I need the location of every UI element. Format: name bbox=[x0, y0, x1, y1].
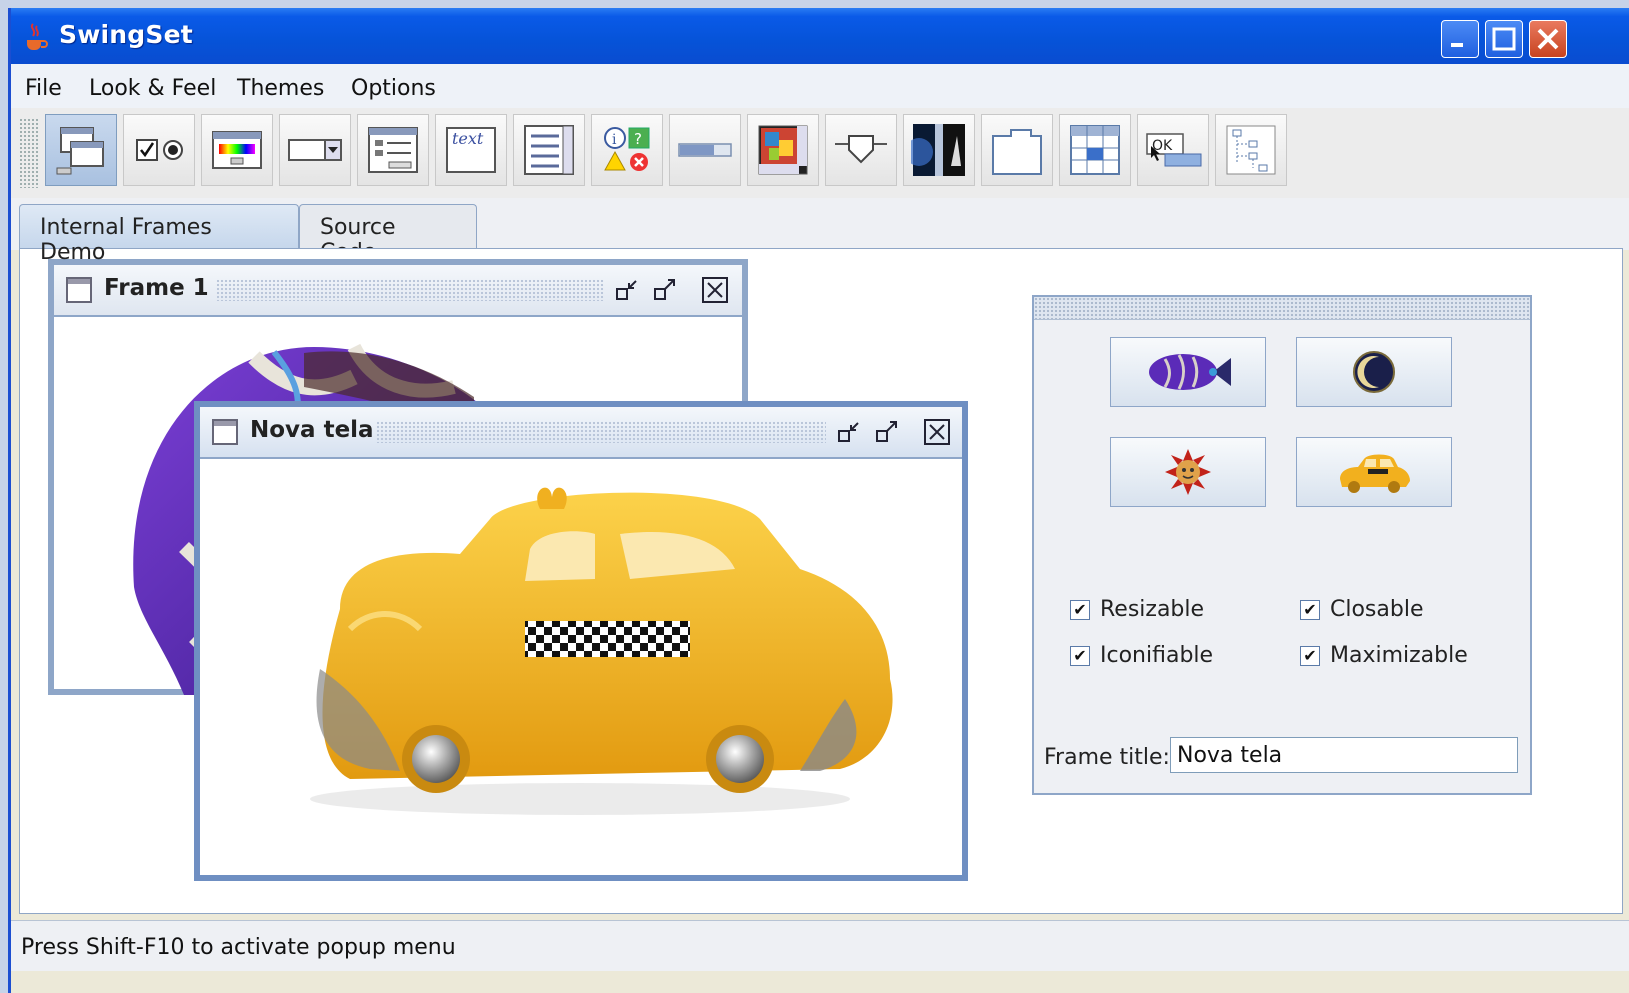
status-text: Press Shift-F10 to activate popup menu bbox=[21, 935, 456, 960]
toolbar-checkbox-button[interactable] bbox=[123, 114, 195, 186]
check-icon: ✔ bbox=[1300, 645, 1320, 666]
check-icon: ✔ bbox=[1070, 599, 1090, 620]
toolbar-combobox-button[interactable] bbox=[279, 114, 351, 186]
close-button[interactable] bbox=[1529, 20, 1567, 58]
maximize-button[interactable] bbox=[1485, 20, 1523, 58]
iconifiable-checkbox[interactable]: ✔ Iconifiable bbox=[1070, 643, 1213, 668]
demo-toolbar: text i ? OK bbox=[11, 108, 1629, 199]
create-taxi-frame-button[interactable] bbox=[1296, 437, 1452, 507]
desktop-pane: Frame 1 Nova tela ✔ Resizable ✔ Closable… bbox=[19, 248, 1623, 914]
maximizable-label: Maximizable bbox=[1330, 643, 1468, 668]
demo-tabs: Internal Frames Demo Source Code bbox=[11, 198, 1629, 265]
toolbar-grip[interactable] bbox=[19, 118, 39, 188]
toolbar-progress-bar-button[interactable] bbox=[669, 114, 741, 186]
iconify-icon[interactable] bbox=[614, 277, 640, 303]
frame-controls-panel: ✔ Resizable ✔ Closable ✔ Iconifiable ✔ M… bbox=[1032, 295, 1532, 795]
toolbar-internal-frames-button[interactable] bbox=[45, 114, 117, 186]
controls-panel-titlebar[interactable] bbox=[1034, 297, 1530, 320]
frame-title-input[interactable] bbox=[1170, 737, 1518, 773]
toolbar-table-button[interactable] bbox=[1059, 114, 1131, 186]
fish-icon bbox=[1149, 354, 1231, 390]
check-icon: ✔ bbox=[1300, 599, 1320, 620]
toolbar-text-button[interactable]: text bbox=[435, 114, 507, 186]
close-icon bbox=[1537, 28, 1559, 50]
resizable-checkbox[interactable]: ✔ Resizable bbox=[1070, 597, 1204, 622]
menubar: File Look & Feel Themes Options bbox=[11, 64, 1629, 108]
maximizable-checkbox[interactable]: ✔ Maximizable bbox=[1300, 643, 1468, 668]
frame-window-icon bbox=[212, 419, 238, 445]
status-bar: Press Shift-F10 to activate popup menu bbox=[11, 920, 1629, 971]
frame-title-label: Frame title: bbox=[1044, 745, 1170, 770]
closable-checkbox[interactable]: ✔ Closable bbox=[1300, 597, 1424, 622]
svg-text:?: ? bbox=[634, 130, 642, 148]
split-pane-icon bbox=[911, 124, 965, 176]
maximize-frame-icon[interactable] bbox=[652, 277, 678, 303]
menu-themes[interactable]: Themes bbox=[237, 76, 324, 101]
toolbar-tree-button[interactable] bbox=[1215, 114, 1287, 186]
frame1-title: Frame 1 bbox=[104, 275, 209, 301]
taxi-image bbox=[310, 487, 893, 815]
minimize-button[interactable] bbox=[1441, 20, 1479, 58]
tab-source-code[interactable]: Source Code bbox=[299, 204, 477, 265]
color-chooser-icon bbox=[212, 131, 262, 169]
create-sun-frame-button[interactable] bbox=[1110, 437, 1266, 507]
slider-icon bbox=[835, 135, 887, 164]
checkbox-radio-icon bbox=[136, 139, 183, 161]
minimize-icon bbox=[1451, 43, 1463, 47]
create-fish-frame-button[interactable] bbox=[1110, 337, 1266, 407]
resizable-label: Resizable bbox=[1100, 597, 1205, 622]
progress-bar-icon bbox=[678, 143, 732, 157]
internal-frame-nova-tela[interactable]: Nova tela bbox=[194, 401, 968, 881]
maximize-icon bbox=[1492, 27, 1516, 51]
option-pane-icon: i ? bbox=[604, 127, 650, 171]
frame1-title-texture bbox=[216, 279, 604, 301]
menu-file[interactable]: File bbox=[25, 76, 62, 101]
nova-tela-title: Nova tela bbox=[250, 417, 374, 443]
toolbar-split-pane-button[interactable] bbox=[903, 114, 975, 186]
closable-label: Closable bbox=[1330, 597, 1424, 622]
frame1-titlebar[interactable]: Frame 1 bbox=[54, 265, 742, 317]
iconifiable-label: Iconifiable bbox=[1100, 643, 1214, 668]
taxi-icon bbox=[1340, 454, 1410, 493]
toolbar-list-button[interactable] bbox=[513, 114, 585, 186]
scroll-pane-icon bbox=[758, 125, 808, 175]
close-frame-icon[interactable] bbox=[924, 419, 950, 445]
tab-internal-frames-demo[interactable]: Internal Frames Demo bbox=[19, 204, 299, 265]
window-title: SwingSet bbox=[59, 20, 193, 49]
combobox-icon bbox=[288, 139, 342, 161]
toolbar-file-chooser-button[interactable] bbox=[357, 114, 429, 186]
file-chooser-icon bbox=[368, 127, 418, 173]
toolbar-slider-button[interactable] bbox=[825, 114, 897, 186]
swingset-window: SwingSet File Look & Feel Themes Options bbox=[8, 8, 1629, 993]
tree-icon bbox=[1226, 125, 1276, 175]
java-cup-icon bbox=[27, 23, 48, 50]
moon-icon bbox=[1353, 351, 1395, 393]
create-moon-frame-button[interactable] bbox=[1296, 337, 1452, 407]
window-titlebar[interactable]: SwingSet bbox=[11, 8, 1629, 64]
toolbar-tooltip-button[interactable]: OK bbox=[1137, 114, 1209, 186]
frame-window-icon bbox=[66, 277, 92, 303]
toolbar-color-chooser-button[interactable] bbox=[201, 114, 273, 186]
menu-options[interactable]: Options bbox=[351, 76, 436, 101]
list-icon bbox=[524, 125, 574, 175]
close-frame-icon[interactable] bbox=[702, 277, 728, 303]
toolbar-option-pane-button[interactable]: i ? bbox=[591, 114, 663, 186]
nova-tela-title-texture bbox=[376, 421, 826, 443]
text-field-icon: text bbox=[446, 127, 496, 173]
table-icon bbox=[1070, 125, 1120, 175]
check-icon: ✔ bbox=[1070, 645, 1090, 666]
svg-text:text: text bbox=[452, 129, 484, 148]
toolbar-scroll-pane-button[interactable] bbox=[747, 114, 819, 186]
iconify-icon[interactable] bbox=[836, 419, 862, 445]
maximize-frame-icon[interactable] bbox=[874, 419, 900, 445]
internal-frames-icon bbox=[56, 127, 104, 175]
nova-tela-titlebar[interactable]: Nova tela bbox=[200, 407, 962, 459]
svg-text:i: i bbox=[612, 132, 617, 148]
sun-icon bbox=[1165, 449, 1211, 495]
toolbar-tabbed-pane-button[interactable] bbox=[981, 114, 1053, 186]
menu-look-and-feel[interactable]: Look & Feel bbox=[89, 76, 216, 101]
tooltip-icon: OK bbox=[1146, 133, 1202, 167]
tabbed-pane-icon bbox=[992, 129, 1042, 175]
